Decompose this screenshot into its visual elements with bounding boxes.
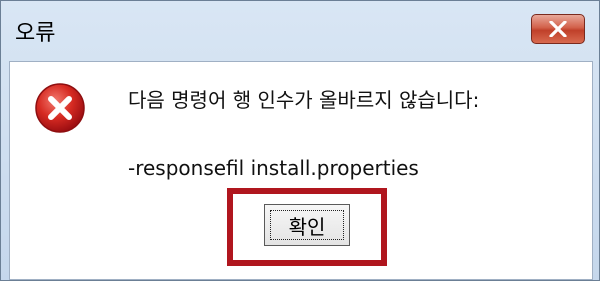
- title-bar[interactable]: 오류: [1, 1, 599, 61]
- close-icon: [549, 21, 567, 37]
- dialog-content: 다음 명령어 행 인수가 올바르지 않습니다: -responsefil ins…: [9, 61, 593, 280]
- ok-button[interactable]: 확인: [264, 204, 350, 246]
- error-message: 다음 명령어 행 인수가 올바르지 않습니다:: [128, 88, 480, 112]
- ok-button-label: 확인: [270, 210, 344, 240]
- error-icon: [35, 83, 85, 133]
- dialog-title: 오류: [15, 21, 56, 46]
- close-button[interactable]: [531, 14, 585, 44]
- error-dialog: 오류 다음 명령어 행 인수가 올바르지 않습니다: -responsefil …: [0, 0, 600, 281]
- error-detail: -responsefil install.properties: [128, 156, 419, 180]
